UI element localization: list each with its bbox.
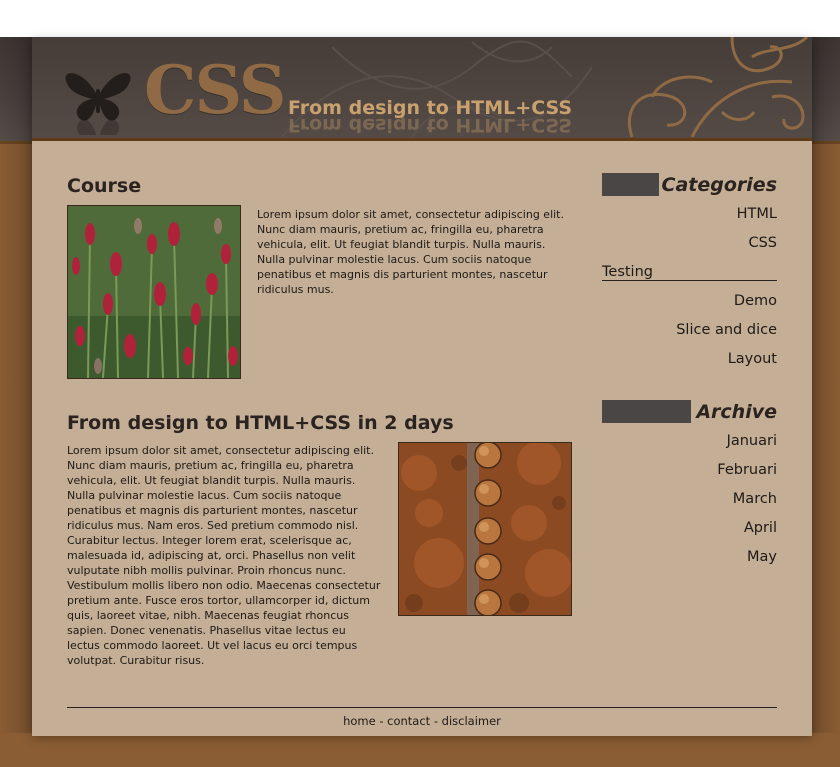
footer: home - contact - disclaimer [32,714,812,728]
archive-item-may[interactable]: May [747,549,777,565]
archive-title: Archive [696,400,777,423]
footer-divider [67,707,777,708]
categories-title: Categories [661,173,777,196]
sidebar-item-html[interactable]: HTML [737,206,777,222]
footer-link-disclaimer[interactable]: disclaimer [442,714,501,728]
heading-bar [602,400,691,423]
archive-item-march[interactable]: March [733,491,777,507]
sidebar-item-testing[interactable]: Testing [602,264,777,281]
clover-photo [68,206,240,379]
top-margin [0,0,840,37]
page-container: CSS From design to HTML+CSS From design … [32,37,812,736]
categories-heading: Categories [602,173,777,196]
footer-separator: - [375,714,388,728]
sidebar-item-demo[interactable]: Demo [734,293,777,309]
left-shadow [0,37,32,733]
tagline-reflection: From design to HTML+CSS [288,114,573,136]
content-area: Course Lorem ipsum dolor sit amet, conse… [32,138,812,736]
archive-item-februari[interactable]: Februari [717,462,777,478]
footer-link-home[interactable]: home [343,714,376,728]
post-image-clover [67,205,241,379]
butterfly-logo-icon [65,73,131,135]
sidebar-item-slice-and-dice[interactable]: Slice and dice [676,322,777,338]
post-title: Course [67,175,142,197]
footer-separator: - [430,714,442,728]
sidebar-item-layout[interactable]: Layout [728,351,777,367]
post-body: Lorem ipsum dolor sit amet, consectetur … [257,208,564,296]
archive-item-april[interactable]: April [744,520,777,536]
post-title: From design to HTML+CSS in 2 days [67,412,454,434]
rivets-photo [399,441,573,617]
post-body: Lorem ipsum dolor sit amet, consectetur … [67,444,381,667]
sidebar-item-css[interactable]: CSS [748,235,777,251]
post-image-rivets [398,441,573,617]
archive-heading: Archive [602,400,777,423]
right-shadow [812,37,840,733]
logo-text[interactable]: CSS [144,51,286,129]
site-header: CSS From design to HTML+CSS From design … [32,37,812,138]
footer-link-contact[interactable]: contact [387,714,430,728]
archive-item-januari[interactable]: Januari [727,433,777,449]
heading-bar [602,173,659,196]
